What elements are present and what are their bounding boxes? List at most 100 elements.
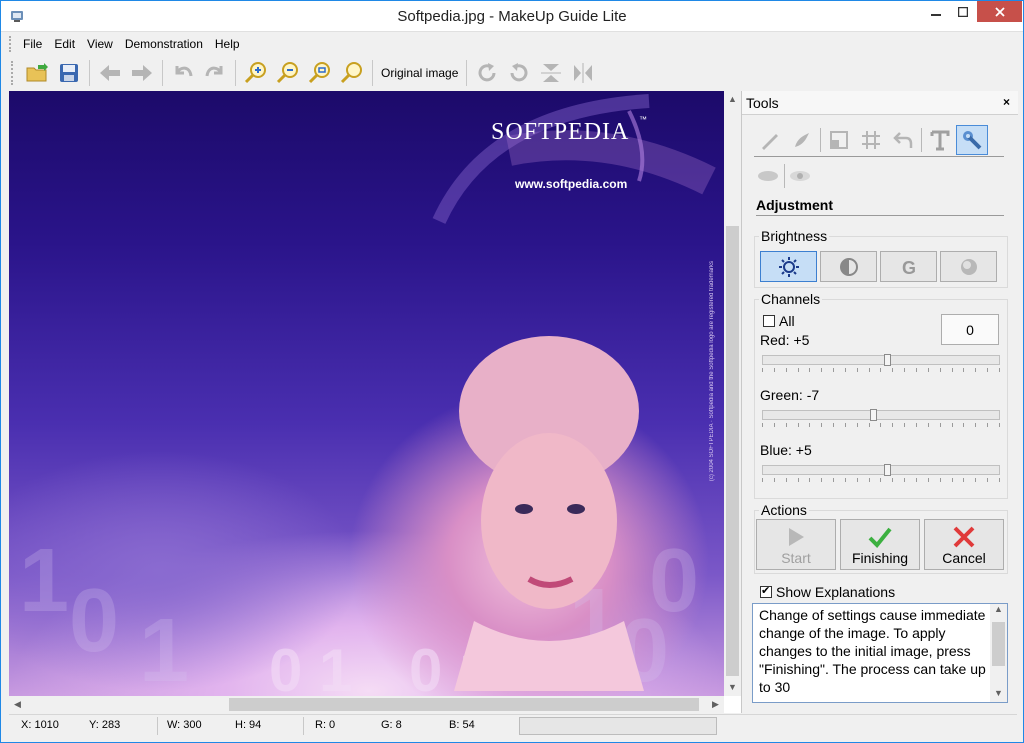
green-slider-thumb[interactable]: [870, 409, 877, 421]
play-icon: [789, 528, 804, 546]
channel-value-field[interactable]: 0: [941, 314, 999, 345]
minimize-button[interactable]: [922, 1, 949, 22]
slider-tick: [844, 423, 846, 427]
zoom-fit-icon: [308, 62, 330, 84]
blue-label: Blue: +5: [760, 442, 812, 458]
close-window-button[interactable]: [977, 1, 1022, 22]
undo-button[interactable]: [169, 59, 197, 87]
red-slider-thumb[interactable]: [884, 354, 891, 366]
red-slider-ticks: [762, 368, 1000, 372]
lips-tool-button[interactable]: [754, 161, 782, 191]
status-width: W: 300: [167, 719, 202, 731]
minimize-icon: [930, 13, 941, 16]
rotate-left-button[interactable]: [505, 59, 533, 87]
pencil-tool-button[interactable]: [754, 125, 786, 155]
blue-slider-thumb[interactable]: [884, 464, 891, 476]
tools-close-button[interactable]: ×: [1003, 95, 1010, 109]
scroll-thumb[interactable]: [992, 622, 1005, 666]
scroll-thumb[interactable]: [229, 698, 699, 711]
slider-tick: [998, 478, 1000, 482]
start-button[interactable]: Start: [756, 519, 836, 570]
tools-title: Tools: [746, 95, 779, 111]
zoom-in-icon: [244, 62, 266, 84]
svg-text:G: G: [902, 258, 916, 278]
slider-tick: [868, 478, 870, 482]
svg-text:0: 0: [69, 571, 119, 671]
zoom-actual-button[interactable]: [338, 59, 366, 87]
saturation-icon: [960, 258, 977, 275]
contrast-button[interactable]: [820, 251, 877, 282]
rotate-left-icon: [510, 63, 528, 82]
redo-button[interactable]: [201, 59, 229, 87]
blue-slider[interactable]: [762, 464, 1000, 476]
scroll-left-icon[interactable]: ◀: [9, 696, 26, 713]
slider-tick: [880, 423, 882, 427]
slider-tick: [915, 478, 917, 482]
undo-tool-button[interactable]: [887, 125, 919, 155]
brush-icon: [795, 132, 809, 147]
forward-button[interactable]: [128, 59, 156, 87]
menu-edit[interactable]: Edit: [48, 33, 81, 55]
maximize-button[interactable]: [949, 1, 976, 22]
menu-help[interactable]: Help: [209, 33, 246, 55]
show-explanations-checkbox[interactable]: Show Explanations: [760, 584, 895, 600]
flip-vertical-button[interactable]: [537, 59, 565, 87]
scroll-thumb[interactable]: [726, 226, 739, 676]
all-channels-checkbox[interactable]: All: [763, 313, 795, 329]
window-title: Softpedia.jpg - MakeUp Guide Lite: [397, 8, 627, 25]
text-tool-button[interactable]: [924, 125, 956, 155]
menu-view[interactable]: View: [81, 33, 119, 55]
finishing-button[interactable]: Finishing: [840, 519, 920, 570]
explanation-box[interactable]: Change of settings cause immediate chang…: [752, 603, 1008, 703]
scroll-up-icon[interactable]: ▲: [724, 91, 741, 108]
slider-tick: [998, 423, 1000, 427]
brightness-sun-button[interactable]: [760, 251, 817, 282]
scroll-down-icon[interactable]: ▼: [990, 688, 1007, 698]
zoom-fit-button[interactable]: [306, 59, 334, 87]
rotate-right-button[interactable]: [473, 59, 501, 87]
image-canvas[interactable]: 101 100 0 10 1 SOFTPEDIA ™ www.softpedia…: [9, 91, 741, 713]
original-image-button[interactable]: Original image: [377, 66, 462, 80]
slider-tick: [773, 478, 775, 482]
menu-file[interactable]: File: [17, 33, 48, 55]
adjustment-tool-button[interactable]: [956, 124, 988, 155]
open-button[interactable]: [23, 59, 51, 87]
menu-demonstration[interactable]: Demonstration: [119, 33, 209, 55]
brush-tool-button[interactable]: [786, 125, 818, 155]
green-label: Green: -7: [760, 387, 820, 403]
pencil-icon: [762, 133, 778, 150]
slider-tick: [809, 423, 811, 427]
vertical-scrollbar[interactable]: ▲ ▼: [724, 91, 741, 696]
tool-separator: [820, 127, 821, 152]
back-button[interactable]: [96, 59, 124, 87]
saturation-button[interactable]: [940, 251, 997, 282]
toolbar-grip[interactable]: [11, 61, 15, 85]
photo-image[interactable]: 101 100 0 10 1 SOFTPEDIA ™ www.softpedia…: [9, 91, 724, 696]
zoom-in-button[interactable]: [242, 59, 270, 87]
horizontal-scrollbar[interactable]: ◀ ▶: [9, 696, 724, 713]
status-y: Y: 283: [89, 719, 121, 731]
red-slider[interactable]: [762, 354, 1000, 366]
green-slider-ticks: [762, 423, 1000, 427]
resize-tool-button[interactable]: [823, 125, 855, 155]
green-slider[interactable]: [762, 409, 1000, 421]
zoom-out-button[interactable]: [274, 59, 302, 87]
save-button[interactable]: [55, 59, 83, 87]
explanation-scrollbar[interactable]: ▲ ▼: [990, 604, 1007, 702]
scroll-up-icon[interactable]: ▲: [990, 604, 1007, 614]
crop-tool-button[interactable]: [855, 125, 887, 155]
toolbar-separator: [89, 60, 90, 86]
gamma-button[interactable]: G: [880, 251, 937, 282]
all-checkbox-box[interactable]: [763, 315, 775, 327]
show-explanations-box[interactable]: [760, 584, 772, 598]
menu-grip[interactable]: [9, 36, 13, 52]
show-explanations-label: Show Explanations: [776, 584, 896, 600]
scroll-right-icon[interactable]: ▶: [707, 696, 724, 713]
flip-horizontal-button[interactable]: [569, 59, 597, 87]
cancel-button[interactable]: Cancel: [924, 519, 1004, 570]
eye-tool-button[interactable]: [786, 161, 814, 191]
slider-tick: [844, 478, 846, 482]
svg-text:1: 1: [139, 601, 189, 696]
scroll-down-icon[interactable]: ▼: [724, 679, 741, 696]
zoom-actual-icon: [340, 62, 362, 84]
